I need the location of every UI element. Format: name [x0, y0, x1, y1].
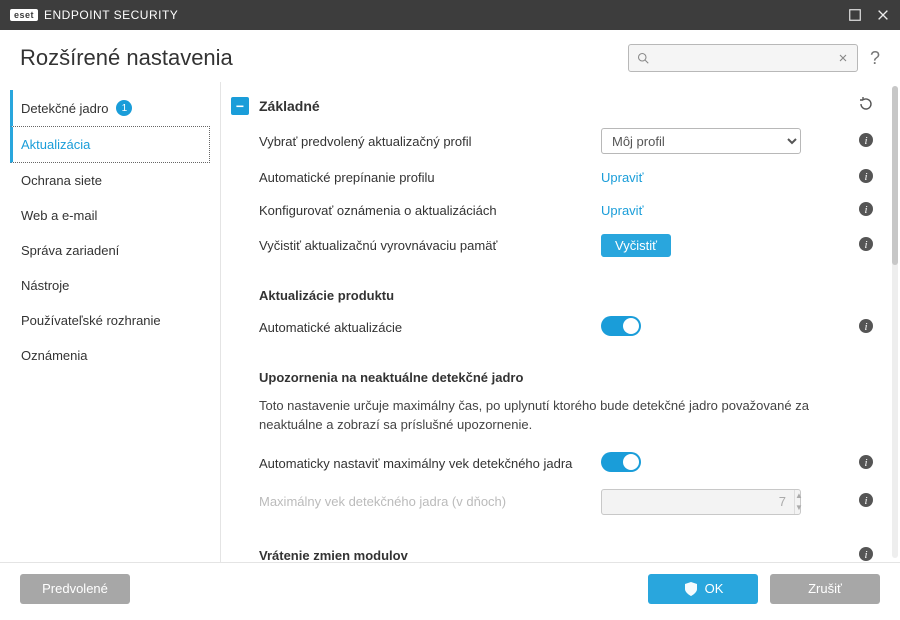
- scrollbar[interactable]: [892, 86, 898, 558]
- sidebar-item-notifications[interactable]: Oznámenia: [10, 338, 210, 373]
- row-label: Automatické prepínanie profilu: [259, 170, 589, 185]
- info-icon[interactable]: i: [858, 318, 874, 337]
- row-label: Vybrať predvolený aktualizačný profil: [259, 134, 589, 149]
- row-clear-cache: Vyčistiť aktualizačnú vyrovnávaciu pamäť…: [231, 227, 874, 264]
- svg-text:i: i: [864, 204, 867, 216]
- sidebar-item-label: Oznámenia: [21, 348, 87, 363]
- row-module-rollback: Vrátenie zmien modulov i: [231, 522, 874, 562]
- main-panel: − Základné Vybrať predvolený aktualizačn…: [221, 82, 900, 562]
- max-age-spinner: ▲ ▼: [601, 489, 801, 515]
- spinner-down-icon: ▼: [795, 502, 803, 514]
- sidebar-item-detection-engine[interactable]: Detekčné jadro 1: [10, 90, 210, 126]
- spinner-up-icon: ▲: [795, 490, 803, 502]
- info-icon[interactable]: i: [858, 168, 874, 187]
- row-max-age-days: Maximálny vek detekčného jadra (v dňoch)…: [231, 482, 874, 522]
- brand: eset ENDPOINT SECURITY: [10, 8, 178, 22]
- section-basic-header: − Základné: [231, 90, 874, 121]
- window-maximize-icon[interactable]: [848, 8, 862, 22]
- product-name: ENDPOINT SECURITY: [44, 8, 178, 22]
- titlebar: eset ENDPOINT SECURITY: [0, 0, 900, 30]
- edit-link[interactable]: Upraviť: [601, 203, 643, 218]
- shield-icon: [683, 581, 699, 597]
- search-box[interactable]: [628, 44, 858, 72]
- clear-search-icon[interactable]: [837, 50, 849, 66]
- search-icon: [637, 50, 649, 66]
- sidebar-item-label: Používateľské rozhranie: [21, 313, 161, 328]
- auto-update-toggle[interactable]: [601, 316, 641, 336]
- eset-logo: eset: [10, 9, 38, 21]
- svg-text:i: i: [864, 135, 867, 147]
- sidebar-item-device-control[interactable]: Správa zariadení: [10, 233, 210, 268]
- page-title: Rozšírené nastavenia: [20, 45, 233, 71]
- max-age-input: [602, 494, 794, 509]
- sidebar-item-label: Ochrana siete: [21, 173, 102, 188]
- ok-label: OK: [705, 581, 724, 596]
- section-title: Základné: [259, 98, 320, 114]
- subhead-rollback: Vrátenie zmien modulov: [259, 548, 589, 562]
- row-label: Automatické aktualizácie: [259, 320, 589, 335]
- row-configure-notifications: Konfigurovať oznámenia o aktualizáciách …: [231, 194, 874, 227]
- sidebar-item-label: Web a e-mail: [21, 208, 97, 223]
- sidebar-item-network-protection[interactable]: Ochrana siete: [10, 163, 210, 198]
- svg-text:i: i: [864, 549, 867, 561]
- row-label: Automaticky nastaviť maximálny vek detek…: [259, 456, 589, 471]
- sidebar-item-label: Nástroje: [21, 278, 69, 293]
- sidebar-item-web-email[interactable]: Web a e-mail: [10, 198, 210, 233]
- svg-text:i: i: [864, 171, 867, 183]
- svg-text:i: i: [864, 239, 867, 251]
- help-icon[interactable]: ?: [870, 48, 880, 69]
- row-label: Maximálny vek detekčného jadra (v dňoch): [259, 494, 589, 509]
- svg-text:i: i: [864, 321, 867, 333]
- edit-link[interactable]: Upraviť: [601, 170, 643, 185]
- info-icon[interactable]: i: [858, 132, 874, 151]
- row-label: Konfigurovať oznámenia o aktualizáciách: [259, 203, 589, 218]
- sidebar-item-update[interactable]: Aktualizácia: [10, 126, 210, 163]
- defaults-button[interactable]: Predvolené: [20, 574, 130, 604]
- revert-icon[interactable]: [858, 96, 874, 115]
- collapse-toggle-icon[interactable]: −: [231, 97, 249, 115]
- ok-button[interactable]: OK: [648, 574, 758, 604]
- footer: Predvolené OK Zrušiť: [0, 562, 900, 614]
- auto-max-age-toggle[interactable]: [601, 452, 641, 472]
- info-icon[interactable]: i: [858, 546, 874, 562]
- window-close-icon[interactable]: [876, 8, 890, 22]
- profile-select[interactable]: Môj profil: [601, 128, 801, 154]
- info-icon[interactable]: i: [858, 201, 874, 220]
- outdated-description: Toto nastavenie určuje maximálny čas, po…: [231, 391, 874, 445]
- svg-text:i: i: [864, 495, 867, 507]
- cancel-button[interactable]: Zrušiť: [770, 574, 880, 604]
- row-auto-switch-profile: Automatické prepínanie profilu Upraviť i: [231, 161, 874, 194]
- scrollbar-thumb[interactable]: [892, 86, 898, 265]
- subhead-outdated-alerts: Upozornenia na neaktuálne detekčné jadro: [231, 346, 874, 391]
- row-auto-updates: Automatické aktualizácie i: [231, 309, 874, 346]
- info-icon[interactable]: i: [858, 454, 874, 473]
- info-icon[interactable]: i: [858, 492, 874, 511]
- svg-text:i: i: [864, 457, 867, 469]
- clear-cache-button[interactable]: Vyčistiť: [601, 234, 671, 257]
- sidebar-badge: 1: [116, 100, 132, 116]
- subhead-product-updates: Aktualizácie produktu: [231, 264, 874, 309]
- row-label: Vyčistiť aktualizačnú vyrovnávaciu pamäť: [259, 238, 589, 253]
- sidebar-item-label: Detekčné jadro: [21, 101, 108, 116]
- header: Rozšírené nastavenia ?: [0, 30, 900, 82]
- info-icon[interactable]: i: [858, 236, 874, 255]
- sidebar: Detekčné jadro 1 Aktualizácia Ochrana si…: [0, 82, 220, 562]
- sidebar-item-label: Aktualizácia: [21, 137, 90, 152]
- sidebar-item-tools[interactable]: Nástroje: [10, 268, 210, 303]
- sidebar-item-label: Správa zariadení: [21, 243, 119, 258]
- search-input[interactable]: [655, 51, 831, 66]
- sidebar-item-ui[interactable]: Používateľské rozhranie: [10, 303, 210, 338]
- row-auto-set-max-age: Automaticky nastaviť maximálny vek detek…: [231, 445, 874, 482]
- row-default-profile: Vybrať predvolený aktualizačný profil Mô…: [231, 121, 874, 161]
